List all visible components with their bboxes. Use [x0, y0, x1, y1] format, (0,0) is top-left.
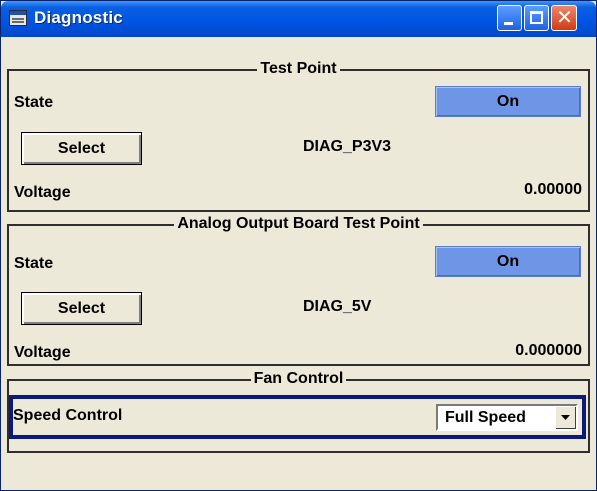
voltage-label: Voltage	[14, 184, 71, 201]
fan-control-title: Fan Control	[250, 370, 347, 387]
maximize-button[interactable]	[524, 5, 549, 31]
speed-control-value: Full Speed	[445, 409, 526, 426]
select-button[interactable]: Select	[21, 292, 142, 325]
selected-test-point: DIAG_P3V3	[303, 138, 392, 155]
title-bar[interactable]: Diagnostic ✕	[1, 1, 596, 37]
maximize-icon	[530, 11, 543, 24]
voltage-label: Voltage	[14, 344, 71, 361]
analog-output-group: Analog Output Board Test Point State On …	[7, 215, 590, 366]
state-on-button[interactable]: On	[435, 246, 581, 277]
window-app-icon[interactable]	[9, 10, 27, 26]
select-button-label: Select	[57, 140, 106, 157]
test-point-group: Test Point State On Select DIAG_P3V3 Vol…	[7, 60, 590, 212]
diagnostic-window: Diagnostic ✕ Test Point State On Select …	[0, 0, 597, 491]
analog-output-title: Analog Output Board Test Point	[174, 215, 423, 232]
test-point-title: Test Point	[257, 60, 340, 77]
voltage-value: 0.000000	[515, 342, 582, 359]
state-on-button[interactable]: On	[435, 86, 581, 117]
close-icon: ✕	[556, 5, 573, 29]
minimize-button[interactable]	[497, 5, 522, 31]
chevron-down-icon	[561, 415, 570, 420]
select-button-label: Select	[57, 300, 106, 317]
state-label: State	[14, 255, 54, 272]
state-label: State	[14, 94, 54, 111]
speed-control-row[interactable]: Speed Control Full Speed	[9, 395, 586, 439]
dropdown-arrow-button[interactable]	[555, 406, 576, 429]
speed-control-label: Speed Control	[13, 407, 123, 424]
speed-control-dropdown[interactable]: Full Speed	[436, 404, 578, 431]
select-button[interactable]: Select	[21, 132, 142, 165]
close-button[interactable]: ✕	[551, 5, 577, 31]
selected-test-point: DIAG_5V	[303, 298, 372, 315]
window-title: Diagnostic	[34, 8, 123, 27]
minimize-icon	[504, 22, 513, 25]
voltage-value: 0.00000	[524, 181, 582, 198]
